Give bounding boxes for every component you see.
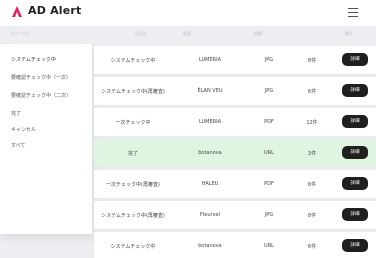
column-headers: ステータス 広告主 媒体 期間 操作: [0, 28, 376, 42]
row-status: システムチェック中(再審査): [101, 213, 165, 219]
detail-button[interactable]: 詳細: [342, 239, 368, 252]
row-period: 8件: [307, 213, 317, 219]
row-format: JPG: [264, 212, 274, 218]
column-header: 広告主: [135, 31, 147, 36]
table-row: システムチェック中 LUMERIA JPG 8件 詳細: [94, 46, 376, 74]
row-brand: HALEU: [201, 181, 219, 187]
row-status: 一次チェック中(再審査): [106, 182, 160, 188]
sidebar-item-cancelled[interactable]: キャンセル: [11, 126, 36, 133]
row-format: URL: [264, 150, 274, 156]
table-row: 一次チェック中(再審査) HALEU PDF 6件 詳細: [94, 170, 376, 198]
row-brand: LUMERIA: [198, 57, 222, 63]
column-header: 期間: [254, 31, 262, 36]
row-period: 8件: [307, 58, 317, 64]
table-row: システムチェック中(再審査) Fleurvel JPG 8件 詳細: [94, 201, 376, 229]
detail-button[interactable]: 詳細: [342, 208, 368, 221]
table-row: 完了 botanova URL 3件 詳細: [94, 139, 376, 167]
row-period: 6件: [307, 89, 317, 95]
row-period: 3件: [307, 151, 317, 157]
row-format: JPG: [264, 57, 274, 63]
row-brand: Fleurvel: [200, 212, 220, 218]
row-brand: LUMERIA: [198, 119, 222, 125]
table-row: 一次チェック中 LUMERIA PDF 12件 詳細: [94, 108, 376, 136]
row-format: JPG: [264, 88, 274, 94]
row-status: システムチェック中: [110, 58, 156, 64]
detail-button[interactable]: 詳細: [342, 146, 368, 159]
row-format: URL: [264, 243, 274, 249]
sidebar-item-all[interactable]: すべて: [11, 142, 25, 149]
table-row: システムチェック中(再審査) ÉLAN VEU JPG 6件 詳細: [94, 77, 376, 105]
sidebar-item-second-check[interactable]: 要確認チェック中（二次）: [11, 92, 71, 99]
detail-button[interactable]: 詳細: [342, 53, 368, 66]
table-row: システムチェック中 botanova URL 6件 詳細: [94, 232, 376, 258]
app-title: AD Alert: [28, 4, 82, 17]
sidebar-item-system-check[interactable]: システムチェック中: [11, 56, 56, 63]
app-header: AD Alert: [0, 0, 376, 26]
sidebar-item-first-check[interactable]: 要確認チェック中（一次）: [11, 74, 71, 81]
row-status: 完了: [127, 151, 139, 157]
row-format: PDF: [264, 119, 274, 125]
column-header: 媒体: [183, 31, 191, 36]
logo-icon: [12, 6, 22, 17]
row-period: 6件: [307, 244, 317, 250]
detail-button[interactable]: 詳細: [342, 115, 368, 128]
row-format: PDF: [264, 181, 274, 187]
column-header: ステータス: [10, 31, 30, 36]
row-brand: botanova: [198, 243, 222, 249]
row-brand: botanova: [198, 150, 222, 156]
column-header: 操作: [345, 31, 353, 36]
row-status: 一次チェック中: [115, 120, 151, 126]
detail-button[interactable]: 詳細: [342, 84, 368, 97]
row-status: システムチェック中: [110, 244, 156, 250]
row-brand: ÉLAN VEU: [197, 88, 223, 94]
detail-button[interactable]: 詳細: [342, 177, 368, 190]
row-period: 6件: [307, 182, 317, 188]
sidebar-item-completed[interactable]: 完了: [11, 110, 21, 117]
row-period: 12件: [306, 120, 318, 126]
hamburger-menu-icon[interactable]: [348, 8, 358, 17]
row-status: システムチェック中(再審査): [101, 89, 165, 95]
status-filter-sidebar: システムチェック中 要確認チェック中（一次） 要確認チェック中（二次） 完了 キ…: [0, 44, 92, 234]
